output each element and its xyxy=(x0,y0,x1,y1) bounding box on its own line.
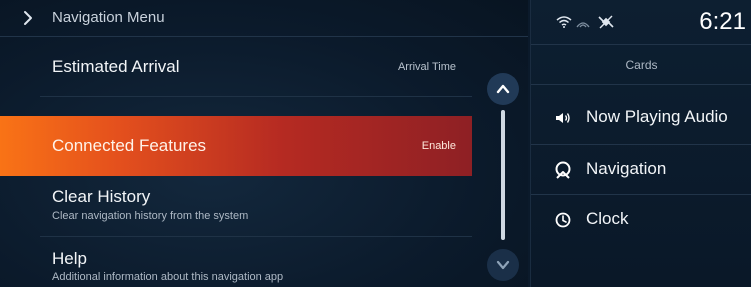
chevron-right-icon[interactable] xyxy=(20,10,36,26)
status-clock: 6:21 xyxy=(699,8,746,35)
menu-item-connected-features[interactable]: Connected Features Enable xyxy=(0,116,472,176)
menu-item-title: Connected Features xyxy=(52,136,207,155)
menu-item-estimated-arrival[interactable]: Estimated Arrival Arrival Time xyxy=(0,37,472,97)
signal-icon xyxy=(576,22,590,28)
navigation-menu-header: Navigation Menu xyxy=(0,0,528,37)
menu-item-clear-history[interactable]: Clear History Clear navigation history f… xyxy=(0,180,472,237)
menu-item-value: Enable xyxy=(421,140,456,152)
card-label: Now Playing Audio xyxy=(586,107,728,126)
gps-off-icon xyxy=(598,15,614,29)
card-label: Navigation xyxy=(586,159,667,178)
divider xyxy=(531,44,751,45)
divider xyxy=(531,144,751,145)
speaker-icon xyxy=(553,108,573,128)
divider xyxy=(531,194,751,195)
status-bar: 6:21 xyxy=(531,0,751,44)
navigation-menu-panel: Navigation Menu Estimated Arrival Arriva… xyxy=(0,0,528,287)
menu-item-subtitle: Clear navigation history from the system xyxy=(52,210,249,222)
chevron-up-icon xyxy=(496,84,510,94)
card-label: Clock xyxy=(586,209,629,228)
menu-item-help[interactable]: Help Additional information about this n… xyxy=(0,237,472,287)
card-clock[interactable]: Clock xyxy=(531,196,751,244)
card-now-playing-audio[interactable]: Now Playing Audio xyxy=(531,94,751,145)
chevron-down-icon xyxy=(496,260,510,270)
menu-item-title: Clear History xyxy=(52,187,151,206)
cards-title: Cards xyxy=(625,58,658,72)
wifi-icon xyxy=(556,16,572,28)
divider xyxy=(531,84,751,85)
clock-icon xyxy=(553,210,573,230)
scroll-up-button[interactable] xyxy=(487,73,519,105)
row-divider xyxy=(40,96,472,97)
card-navigation[interactable]: Navigation xyxy=(531,146,751,195)
page-title: Navigation Menu xyxy=(52,9,165,26)
menu-item-title: Help xyxy=(52,249,87,268)
scrollbar-thumb[interactable] xyxy=(501,110,505,240)
navigation-icon xyxy=(553,160,573,180)
scroll-down-button[interactable] xyxy=(487,249,519,281)
menu-item-title: Estimated Arrival xyxy=(52,57,180,76)
menu-item-value: Arrival Time xyxy=(397,61,456,73)
menu-item-subtitle: Additional information about this naviga… xyxy=(52,271,284,283)
cards-header: Cards xyxy=(531,44,751,85)
cards-panel: 6:21 Cards Now Playing Audio Navigation xyxy=(530,0,751,287)
